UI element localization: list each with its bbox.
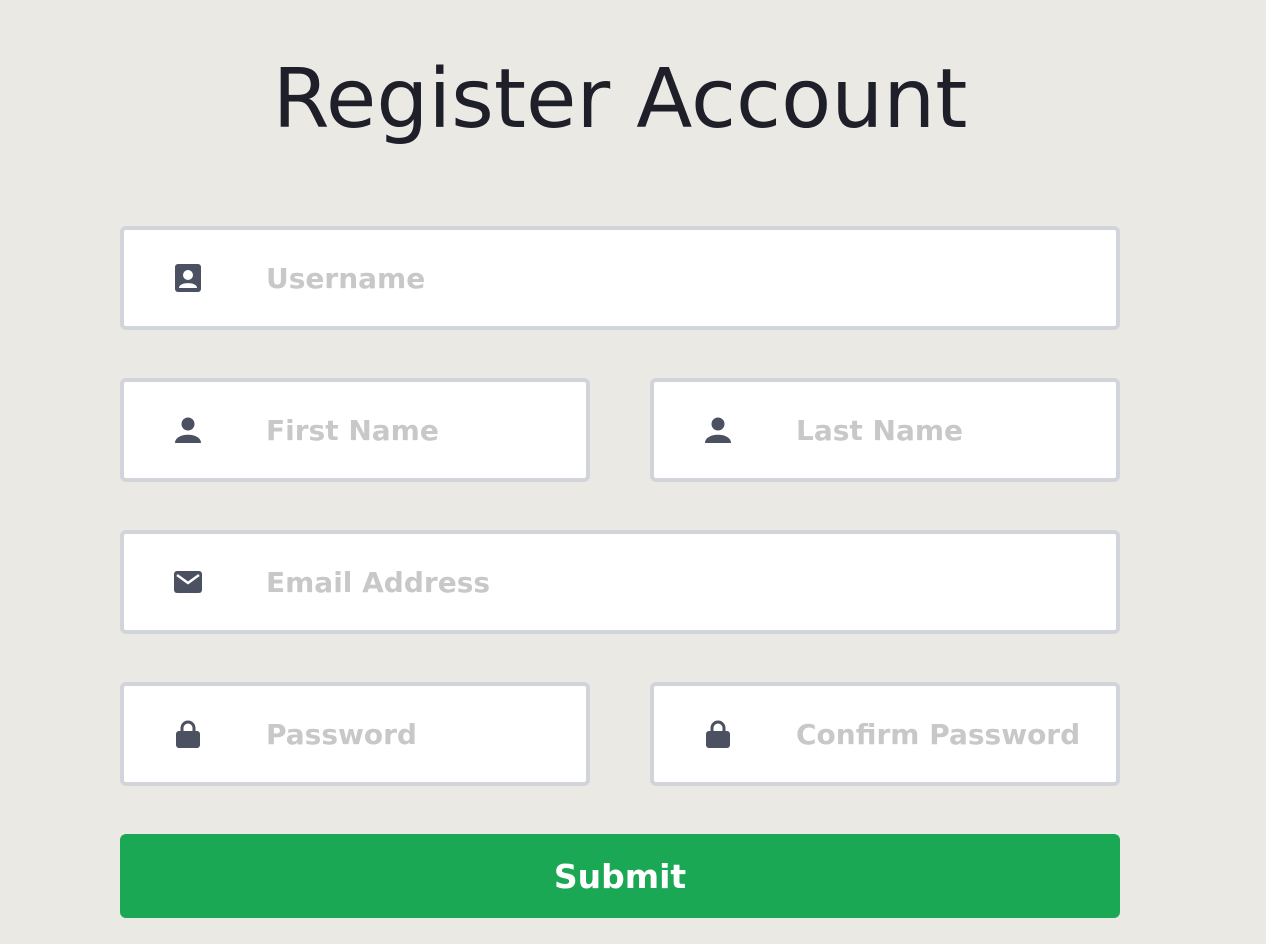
password-field[interactable] (120, 682, 590, 786)
username-row (120, 226, 1120, 330)
email-field[interactable] (120, 530, 1120, 634)
person-icon (174, 416, 202, 444)
lock-icon (174, 720, 202, 748)
password-input[interactable] (266, 686, 576, 782)
page-title: Register Account (272, 52, 968, 147)
lock-icon (704, 720, 732, 748)
first-name-input[interactable] (266, 382, 576, 478)
confirm-password-field[interactable] (650, 682, 1120, 786)
email-input[interactable] (266, 534, 1106, 630)
confirm-password-input[interactable] (796, 686, 1106, 782)
username-field[interactable] (120, 226, 1120, 330)
password-row (120, 682, 1120, 786)
email-row (120, 530, 1120, 634)
contact-card-icon (174, 264, 202, 292)
first-name-field[interactable] (120, 378, 590, 482)
last-name-field[interactable] (650, 378, 1120, 482)
username-input[interactable] (266, 230, 1106, 326)
person-icon (704, 416, 732, 444)
envelope-icon (174, 568, 202, 596)
submit-button[interactable]: Submit (120, 834, 1120, 918)
last-name-input[interactable] (796, 382, 1106, 478)
name-row (120, 378, 1120, 482)
